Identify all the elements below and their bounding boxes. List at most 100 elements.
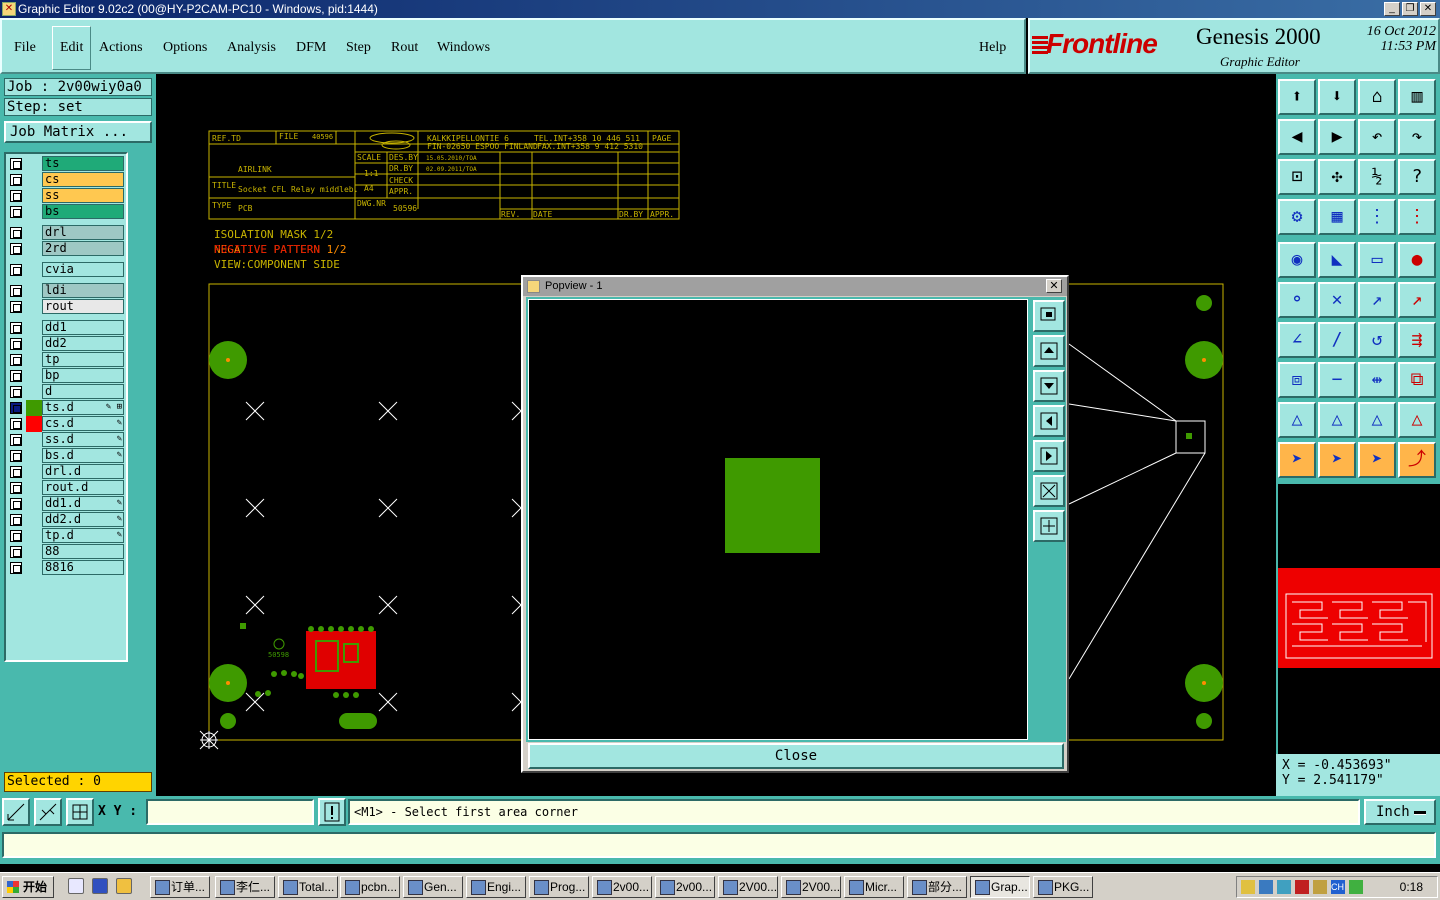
layer-row[interactable]: 2rd	[8, 241, 126, 257]
taskbar-item[interactable]: 订单...	[150, 876, 210, 898]
taskbar-item[interactable]: 2v00...	[592, 876, 652, 898]
menu-options[interactable]: Options	[163, 40, 207, 56]
layer-row[interactable]: bp	[8, 368, 126, 384]
help-query-icon[interactable]: ?	[1398, 159, 1436, 195]
snap-pad-icon[interactable]: ●	[1398, 242, 1436, 278]
alert-icon[interactable]	[318, 798, 346, 826]
layer-name[interactable]: rout.d	[42, 480, 124, 495]
triangle-edit-icon[interactable]: △	[1318, 402, 1356, 438]
layer-checkbox[interactable]	[10, 354, 22, 366]
popview-zoom-in-icon[interactable]	[1033, 510, 1065, 542]
layer-name[interactable]: 88	[42, 544, 124, 559]
move-copy-icon[interactable]: ↗	[1398, 282, 1436, 318]
menu-step[interactable]: Step	[346, 40, 371, 56]
restore-button[interactable]: ❐	[1402, 2, 1418, 16]
layer-checkbox[interactable]	[10, 466, 22, 478]
layer-name[interactable]: rout	[42, 299, 124, 314]
taskbar-item[interactable]: pcbn...	[340, 876, 400, 898]
home-icon[interactable]: ⌂	[1358, 79, 1396, 115]
taskbar-item[interactable]: 部分...	[907, 876, 967, 898]
menu-rout[interactable]: Rout	[391, 40, 418, 56]
layer-checkbox[interactable]	[10, 206, 22, 218]
layers-blue-icon[interactable]: ⋮	[1398, 199, 1436, 235]
layer-name[interactable]: 8816	[42, 560, 124, 575]
zoom-right-icon[interactable]: ▶	[1318, 119, 1356, 155]
layer-row[interactable]: ss.d ✎	[8, 432, 126, 448]
layer-row[interactable]: dd1.d ✎	[8, 496, 126, 512]
layer-row[interactable]: ts	[8, 156, 126, 172]
taskbar-item[interactable]: Grap...	[970, 876, 1030, 898]
pointer-icon[interactable]: ➤	[1278, 442, 1316, 478]
layer-row[interactable]: cs	[8, 172, 126, 188]
taskbar-item[interactable]: 2v00...	[655, 876, 715, 898]
layer-row[interactable]: dd2	[8, 336, 126, 352]
split-view-icon[interactable]: ▥	[1398, 79, 1436, 115]
layer-row[interactable]: drl.d	[8, 464, 126, 480]
layer-checkbox[interactable]	[10, 434, 22, 446]
grid-icon[interactable]	[66, 798, 94, 826]
pointer-select-icon[interactable]: ➤	[1318, 442, 1356, 478]
tools-icon[interactable]: ⚙	[1278, 199, 1316, 235]
close-window-button[interactable]: ✕	[1420, 2, 1436, 16]
command-input[interactable]	[2, 832, 1436, 858]
quicklaunch-media-icon[interactable]	[116, 878, 132, 894]
layer-row[interactable]: 88	[8, 544, 126, 560]
triangle-icon[interactable]: △	[1278, 402, 1316, 438]
layer-row[interactable]: 8816	[8, 560, 126, 576]
tray-ch-icon[interactable]: CH	[1331, 880, 1345, 894]
center-view-icon[interactable]: ✣	[1318, 159, 1356, 195]
layer-checkbox[interactable]	[10, 227, 22, 239]
measure-icon[interactable]	[34, 798, 62, 826]
layer-checkbox[interactable]	[10, 370, 22, 382]
menu-help[interactable]: Help	[979, 40, 1006, 56]
layer-row[interactable]: dd2.d ✎	[8, 512, 126, 528]
taskbar-item[interactable]: Gen...	[403, 876, 463, 898]
arc-icon[interactable]: ↺	[1358, 322, 1396, 358]
layer-row[interactable]: d	[8, 384, 126, 400]
layers-red-icon[interactable]: ⋮	[1358, 199, 1396, 235]
menu-actions[interactable]: Actions	[99, 40, 143, 56]
tray-x-icon[interactable]	[1295, 880, 1309, 894]
layer-row[interactable]: ts.d ✎ ⊞	[8, 400, 126, 416]
angle-icon[interactable]: ∠	[1278, 322, 1316, 358]
layer-name[interactable]: ts	[42, 156, 124, 171]
taskbar-item[interactable]: 2V00...	[718, 876, 778, 898]
triangle-fill-icon[interactable]: △	[1358, 402, 1396, 438]
layer-checkbox[interactable]	[10, 530, 22, 542]
overview-thumbnail[interactable]	[1278, 568, 1440, 668]
layer-checkbox[interactable]	[10, 264, 22, 276]
layer-row[interactable]: bs	[8, 204, 126, 220]
layer-checkbox[interactable]	[10, 546, 22, 558]
grid-view-icon[interactable]: ▦	[1318, 199, 1356, 235]
job-matrix-button[interactable]: Job Matrix ...	[4, 121, 152, 143]
copy-icon[interactable]: ⧉	[1398, 362, 1436, 398]
taskbar-item[interactable]: PKG...	[1033, 876, 1093, 898]
layer-name[interactable]: tp	[42, 352, 124, 367]
snap-icon[interactable]	[2, 798, 30, 826]
layer-name[interactable]: drl	[42, 225, 124, 240]
popview-zoom-window-icon[interactable]	[1033, 300, 1065, 332]
layer-name[interactable]: dd1.d	[42, 496, 124, 511]
undo-icon[interactable]: ↶	[1358, 119, 1396, 155]
layer-name[interactable]: bp	[42, 368, 124, 383]
xy-input[interactable]	[146, 799, 314, 825]
layer-checkbox[interactable]	[10, 450, 22, 462]
taskbar-item[interactable]: Micr...	[844, 876, 904, 898]
popview-pan-left-icon[interactable]	[1033, 405, 1065, 437]
add-pad-icon[interactable]: ◉	[1278, 242, 1316, 278]
layer-name[interactable]: bs	[42, 204, 124, 219]
menu-edit[interactable]: Edit	[52, 26, 92, 70]
taskbar-item[interactable]: Total...	[278, 876, 338, 898]
menu-file[interactable]: File	[14, 40, 36, 56]
minimize-button[interactable]: _	[1384, 2, 1400, 16]
select-net-icon[interactable]: ⚬	[1278, 282, 1316, 318]
symbol-icon[interactable]: ⧈	[1278, 362, 1316, 398]
layer-row[interactable]: drl	[8, 225, 126, 241]
tray-network-icon[interactable]	[1259, 880, 1273, 894]
scale-1-2-icon[interactable]: ½	[1358, 159, 1396, 195]
layer-checkbox[interactable]	[10, 301, 22, 313]
start-button[interactable]: 开始	[2, 876, 54, 898]
layer-name[interactable]: bs.d	[42, 448, 124, 463]
layer-name[interactable]: drl.d	[42, 464, 124, 479]
units-selector[interactable]: Inch	[1364, 799, 1436, 825]
